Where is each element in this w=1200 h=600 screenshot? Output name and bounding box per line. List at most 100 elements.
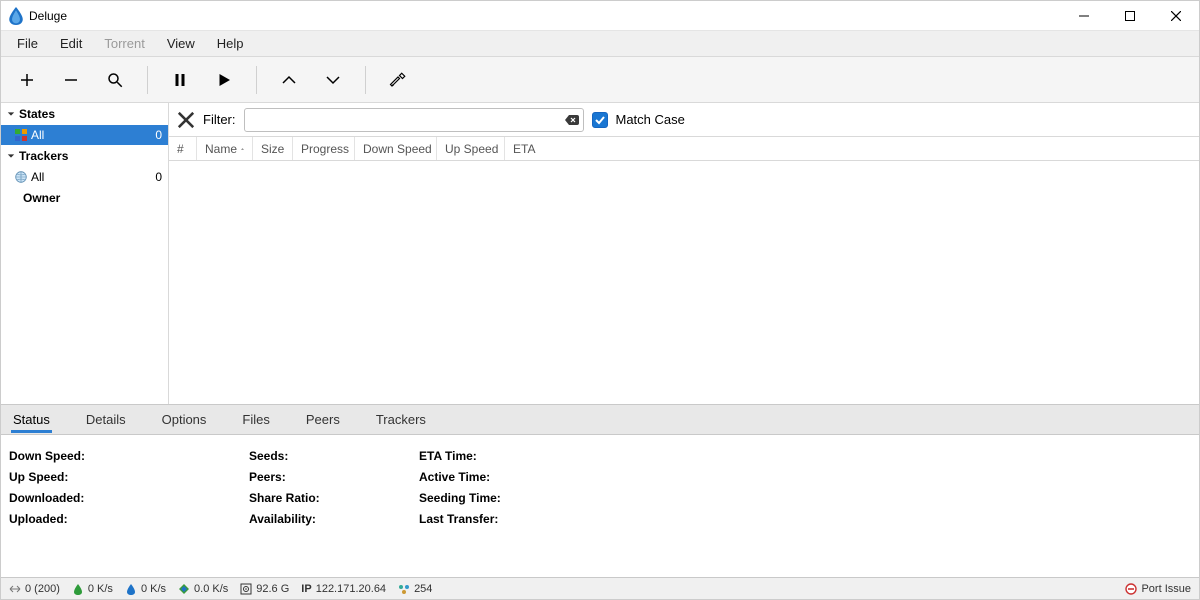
search-icon [106,71,124,89]
caret-down-icon [7,110,15,118]
toolbar [1,57,1199,103]
status-dht-nodes[interactable]: 254 [398,583,432,595]
details-panel: Status Details Options Files Peers Track… [1,404,1199,577]
status-up-speed[interactable]: 0 K/s [125,583,166,595]
status-active-time-label: Active Time: [419,470,501,484]
remove-torrent-button[interactable] [53,62,89,98]
menu-help[interactable]: Help [207,32,254,55]
torrent-list-body[interactable] [169,161,1199,404]
add-torrent-button[interactable] [9,62,45,98]
sidebar-item-label: All [31,170,44,184]
status-connections[interactable]: 0 (200) [9,583,60,595]
queue-down-button[interactable] [315,62,351,98]
menu-edit[interactable]: Edit [50,32,92,55]
tab-details[interactable]: Details [84,406,128,433]
sidebar-item-count: 0 [155,170,162,184]
toolbar-separator [147,66,148,94]
status-tab-body: Down Speed: Up Speed: Downloaded: Upload… [1,435,1199,577]
statusbar: 0 (200) 0 K/s 0 K/s 0.0 K/s 92.6 G IP 12… [1,577,1199,599]
match-case-checkbox[interactable] [592,112,608,128]
minus-icon [62,71,80,89]
match-case-label: Match Case [616,112,685,127]
tab-options[interactable]: Options [160,406,209,433]
preferences-button[interactable] [380,62,416,98]
clear-input-icon[interactable] [564,112,580,128]
col-header-down-speed[interactable]: Down Speed [355,137,437,160]
status-peers-label: Peers: [249,470,379,484]
pause-button[interactable] [162,62,198,98]
status-last-transfer-label: Last Transfer: [419,512,501,526]
sidebar-group-trackers[interactable]: Trackers [1,145,168,167]
col-header-num[interactable]: # [169,137,197,160]
status-eta-time-label: ETA Time: [419,449,501,463]
filter-label: Filter: [203,112,236,127]
filter-close-button[interactable] [177,111,195,129]
sidebar-group-states[interactable]: States [1,103,168,125]
menu-torrent: Torrent [94,32,154,55]
torrent-list-headers: # Name Size Progress Down Speed Up Speed… [169,137,1199,161]
resume-button[interactable] [206,62,242,98]
sidebar-item-trackers-all[interactable]: All 0 [1,167,168,187]
status-protocol-traffic[interactable]: 0.0 K/s [178,583,228,595]
sidebar-item-states-all[interactable]: All 0 [1,125,168,145]
plus-icon [18,71,36,89]
maximize-button[interactable] [1107,1,1153,31]
globe-icon [15,171,27,183]
sidebar-group-states-label: States [19,107,55,121]
chevron-up-icon [280,71,298,89]
search-button[interactable] [97,62,133,98]
col-header-progress[interactable]: Progress [293,137,355,160]
drop-up-icon [125,583,137,595]
sidebar-group-trackers-label: Trackers [19,149,68,163]
play-icon [215,71,233,89]
main-area: Filter: Match Case # Name Size Progress … [169,103,1199,404]
sidebar-item-label: All [31,128,44,142]
col-header-eta[interactable]: ETA [505,137,1199,160]
drop-down-icon [72,583,84,595]
menu-file[interactable]: File [7,32,48,55]
status-external-ip[interactable]: IP 122.171.20.64 [301,583,386,595]
tab-trackers[interactable]: Trackers [374,406,428,433]
close-icon [177,111,195,129]
window-title: Deluge [29,9,67,23]
status-share-ratio-label: Share Ratio: [249,491,379,505]
sidebar: States All 0 Trackers All 0 Owner [1,103,169,404]
status-disk-space[interactable]: 92.6 G [240,583,289,595]
pause-icon [171,71,189,89]
status-port-issue[interactable]: Port Issue [1125,583,1191,595]
protocol-icon [178,583,190,595]
menu-view[interactable]: View [157,32,205,55]
toolbar-separator [256,66,257,94]
check-icon [594,114,606,126]
deluge-logo-icon [9,7,23,25]
titlebar: Deluge [1,1,1199,31]
minimize-button[interactable] [1061,1,1107,31]
caret-down-icon [7,152,15,160]
status-uploaded-label: Uploaded: [9,512,209,526]
col-header-name[interactable]: Name [197,137,253,160]
col-header-size[interactable]: Size [253,137,293,160]
details-tabs: Status Details Options Files Peers Track… [1,405,1199,435]
filter-bar: Filter: Match Case [169,103,1199,137]
sidebar-item-count: 0 [155,128,162,142]
tab-peers[interactable]: Peers [304,406,342,433]
close-button[interactable] [1153,1,1199,31]
all-states-icon [15,129,27,141]
dht-icon [398,583,410,595]
chevron-down-icon [324,71,342,89]
status-up-speed-label: Up Speed: [9,470,209,484]
queue-up-button[interactable] [271,62,307,98]
menubar: File Edit Torrent View Help [1,31,1199,57]
disk-icon [240,583,252,595]
tab-status[interactable]: Status [11,406,52,433]
sidebar-group-owner[interactable]: Owner [1,187,168,209]
sort-asc-icon [241,145,244,153]
status-availability-label: Availability: [249,512,379,526]
status-downloaded-label: Downloaded: [9,491,209,505]
filter-input[interactable] [244,108,584,132]
tab-files[interactable]: Files [240,406,271,433]
connections-icon [9,583,21,595]
status-down-speed[interactable]: 0 K/s [72,583,113,595]
status-seeding-time-label: Seeding Time: [419,491,501,505]
col-header-up-speed[interactable]: Up Speed [437,137,505,160]
